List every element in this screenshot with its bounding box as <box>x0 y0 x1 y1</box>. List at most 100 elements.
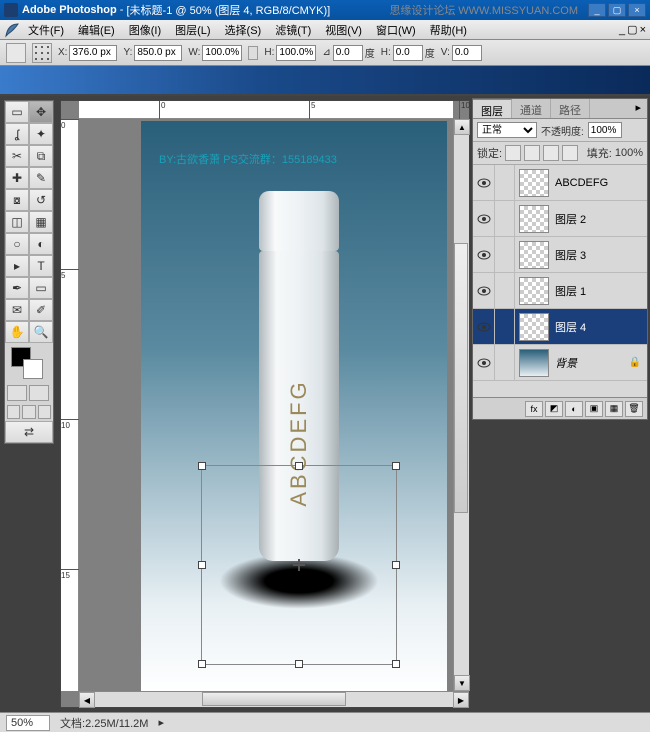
menu-help[interactable]: 帮助(H) <box>424 20 473 40</box>
wand-tool[interactable]: ✦ <box>29 123 53 145</box>
handle-tl[interactable] <box>198 462 206 470</box>
doc-close[interactable]: × <box>640 24 646 36</box>
menu-image[interactable]: 图像(I) <box>123 20 167 40</box>
layer-thumbnail[interactable] <box>519 313 549 341</box>
tab-layers[interactable]: 图层 <box>473 99 512 118</box>
layer-mask-icon[interactable]: ◩ <box>545 401 563 417</box>
layer-row[interactable]: 图层 3 <box>473 237 647 273</box>
background-swatch[interactable] <box>23 359 43 379</box>
layer-name[interactable]: 图层 1 <box>553 283 586 299</box>
eyedropper-tool[interactable]: ✐ <box>29 299 53 321</box>
handle-tr[interactable] <box>392 462 400 470</box>
layer-name[interactable]: 图层 2 <box>553 211 586 227</box>
hskew-field[interactable]: 0.0 <box>393 45 423 61</box>
layer-name[interactable]: 图层 4 <box>553 319 586 335</box>
history-brush-tool[interactable]: ↺ <box>29 189 53 211</box>
jump-to-imageready[interactable]: ⇄ <box>5 421 53 443</box>
visibility-eye-icon[interactable] <box>473 201 495 237</box>
notes-tool[interactable]: ✉ <box>5 299 29 321</box>
screen-std-icon[interactable] <box>7 405 20 419</box>
h-field[interactable]: 100.0% <box>276 45 316 61</box>
visibility-eye-icon[interactable] <box>473 273 495 309</box>
layer-row[interactable]: 背景🔒 <box>473 345 647 381</box>
pen-tool[interactable]: ✒ <box>5 277 29 299</box>
link-cell[interactable] <box>495 237 515 273</box>
tab-channels[interactable]: 通道 <box>512 99 551 118</box>
menu-layer[interactable]: 图层(L) <box>169 20 216 40</box>
fill-field[interactable]: 100% <box>615 147 643 159</box>
x-field[interactable]: 376.0 px <box>69 45 117 61</box>
transform-ref-point[interactable] <box>6 43 26 63</box>
lock-all-icon[interactable] <box>562 145 578 161</box>
layer-delete-icon[interactable]: 🗑 <box>625 401 643 417</box>
handle-bc[interactable] <box>295 660 303 668</box>
menu-view[interactable]: 视图(V) <box>319 20 368 40</box>
opacity-field[interactable]: 100% <box>588 122 622 138</box>
blend-mode-select[interactable]: 正常 <box>477 122 537 138</box>
ruler-horizontal[interactable]: 0 5 10 <box>79 101 453 119</box>
lock-pixels-icon[interactable] <box>524 145 540 161</box>
path-select-tool[interactable]: ▸ <box>5 255 29 277</box>
move-tool[interactable]: ✥ <box>29 101 53 123</box>
type-tool[interactable]: T <box>29 255 53 277</box>
layer-name[interactable]: ABCDEFG <box>553 177 608 189</box>
link-cell[interactable] <box>495 345 515 381</box>
blur-tool[interactable]: ○ <box>5 233 29 255</box>
menu-filter[interactable]: 滤镜(T) <box>269 20 317 40</box>
handle-ml[interactable] <box>198 561 206 569</box>
heal-tool[interactable]: ✚ <box>5 167 29 189</box>
shape-tool[interactable]: ▭ <box>29 277 53 299</box>
w-field[interactable]: 100.0% <box>202 45 242 61</box>
screen-full-menu-icon[interactable] <box>22 405 35 419</box>
link-cell[interactable] <box>495 201 515 237</box>
layer-row[interactable]: ABCDEFG <box>473 165 647 201</box>
visibility-eye-icon[interactable] <box>473 237 495 273</box>
lock-transparent-icon[interactable] <box>505 145 521 161</box>
standard-mode-icon[interactable] <box>7 385 27 401</box>
zoom-field[interactable]: 50% <box>6 715 50 731</box>
layer-new-icon[interactable]: ▦ <box>605 401 623 417</box>
close-button[interactable]: × <box>628 3 646 17</box>
layer-group-icon[interactable]: ▣ <box>585 401 603 417</box>
menu-file[interactable]: 文件(F) <box>22 20 70 40</box>
transform-bounding-box[interactable] <box>201 465 397 665</box>
scrollbar-vertical[interactable]: ▲▼ <box>453 119 469 691</box>
marquee-tool[interactable]: ▭ <box>5 101 29 123</box>
ruler-vertical[interactable]: 0 5 10 15 <box>61 119 79 691</box>
handle-tc[interactable] <box>295 462 303 470</box>
layer-thumbnail[interactable] <box>519 205 549 233</box>
quickmask-mode-icon[interactable] <box>29 385 49 401</box>
link-cell[interactable] <box>495 309 515 345</box>
vskew-field[interactable]: 0.0 <box>452 45 482 61</box>
layer-name[interactable]: 图层 3 <box>553 247 586 263</box>
stamp-tool[interactable]: ⧇ <box>5 189 29 211</box>
eraser-tool[interactable]: ◫ <box>5 211 29 233</box>
maximize-button[interactable]: ▢ <box>608 3 626 17</box>
visibility-eye-icon[interactable] <box>473 309 495 345</box>
handle-mr[interactable] <box>392 561 400 569</box>
layer-thumbnail[interactable] <box>519 277 549 305</box>
status-menu-icon[interactable]: ▸ <box>158 716 164 729</box>
layer-fx-icon[interactable]: fx <box>525 401 543 417</box>
ref-grid[interactable] <box>32 43 52 63</box>
link-wh-icon[interactable] <box>248 46 258 60</box>
minimize-button[interactable]: _ <box>588 3 606 17</box>
layer-name[interactable]: 背景 <box>553 355 577 371</box>
canvas[interactable]: BY:古欲香萧 PS交流群：155189433 ABCDEFG <box>141 121 447 691</box>
brush-tool[interactable]: ✎ <box>29 167 53 189</box>
doc-restore[interactable]: ▢ <box>627 23 637 36</box>
panel-menu-icon[interactable]: ▸ <box>629 99 647 118</box>
handle-bl[interactable] <box>198 660 206 668</box>
zoom-tool[interactable]: 🔍 <box>29 321 53 343</box>
layer-row[interactable]: 图层 2 <box>473 201 647 237</box>
handle-br[interactable] <box>392 660 400 668</box>
link-cell[interactable] <box>495 165 515 201</box>
hand-tool[interactable]: ✋ <box>5 321 29 343</box>
link-cell[interactable] <box>495 273 515 309</box>
y-field[interactable]: 850.0 px <box>134 45 182 61</box>
angle-field[interactable]: 0.0 <box>333 45 363 61</box>
layer-thumbnail[interactable] <box>519 241 549 269</box>
gradient-tool[interactable]: ▦ <box>29 211 53 233</box>
crop-tool[interactable]: ✂ <box>5 145 29 167</box>
layer-thumbnail[interactable] <box>519 169 549 197</box>
